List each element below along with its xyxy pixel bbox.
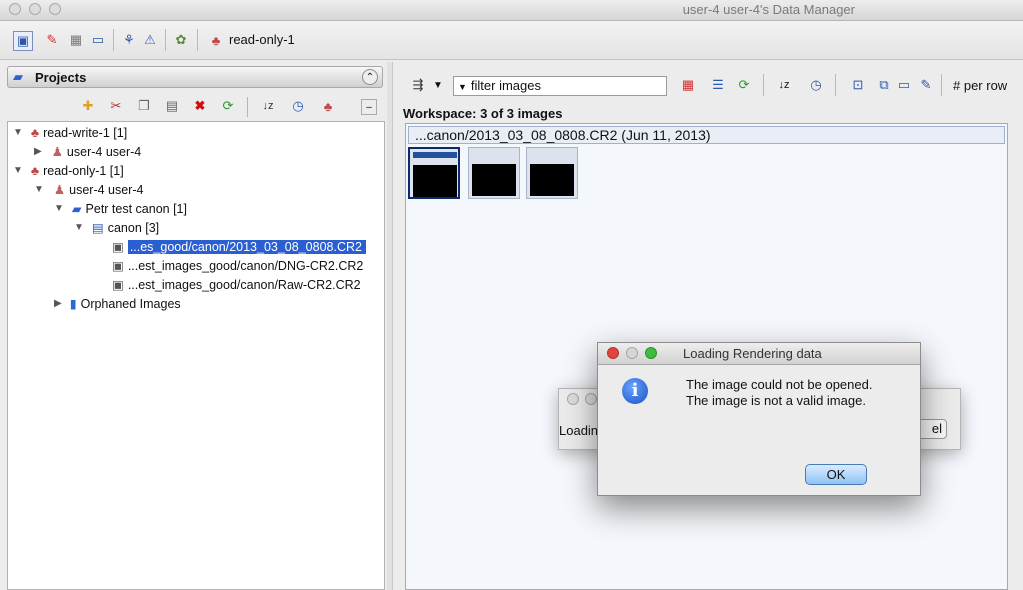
copy-icon[interactable]: ❐ — [135, 97, 153, 115]
monitor-icon[interactable]: ▭ — [89, 31, 107, 49]
group-icon: ♣ — [211, 32, 221, 48]
folder-icon: ▰ — [13, 69, 23, 84]
close-window-button[interactable] — [567, 393, 579, 405]
close-window-button[interactable] — [9, 3, 21, 15]
paste-icon[interactable]: ▤ — [163, 97, 181, 115]
project-tree: ▼ ♣ read-write-1 [1] ▶ ♟ user-4 user-4 ▼… — [7, 121, 385, 590]
dialog-message: The image could not be opened. The image… — [686, 377, 873, 408]
edit-icon[interactable]: ✎ — [43, 31, 61, 49]
dialog-title: Loading Rendering data — [683, 346, 822, 361]
tree-node-project[interactable]: ▼ ▰ Petr test canon [1] — [54, 199, 187, 218]
tree-node-user[interactable]: ▼ ♟ user-4 user-4 — [34, 180, 143, 199]
minimize-window-button[interactable] — [29, 3, 41, 15]
tree-node-read-only-1[interactable]: ▼ ♣ read-only-1 [1] — [13, 161, 124, 180]
users-icon[interactable]: ♣ — [319, 97, 337, 115]
zoom-icon[interactable]: ⊡ — [849, 76, 867, 94]
filter-options-icon[interactable]: ⇶ — [409, 76, 427, 94]
window-title: user-4 user-4's Data Manager — [682, 2, 855, 17]
filter-dropdown-icon[interactable]: ▼ — [429, 76, 447, 94]
zoom-window-button[interactable] — [49, 3, 61, 15]
browser-toolbar: ⇶ ▼ ▼ filter images ▦ ☰ ⟳ ↓z ◷ ⊡ ⧉ ▭ ✎ # … — [393, 68, 1023, 102]
window-titlebar: user-4 user-4's Data Manager — [0, 0, 1023, 21]
image-thumbnail[interactable] — [526, 147, 578, 199]
group-icon: ♣ — [30, 125, 40, 140]
tree-node-user[interactable]: ▶ ♟ user-4 user-4 — [34, 142, 141, 161]
thumbnail-view-icon[interactable]: ▦ — [679, 76, 697, 94]
cut-icon[interactable]: ✂ — [107, 97, 125, 115]
split-view-icon[interactable]: ▭ — [895, 76, 913, 94]
minimize-panel-icon[interactable]: – — [361, 99, 377, 115]
list-view-icon[interactable]: ☰ — [709, 76, 727, 94]
ok-button[interactable]: OK — [805, 464, 867, 485]
annotate-icon[interactable]: ✎ — [917, 76, 935, 94]
dialog-titlebar: Loading Rendering data — [598, 343, 920, 365]
tree-node-orphaned[interactable]: ▶ ▮ Orphaned Images — [54, 294, 181, 313]
data-view-icon[interactable]: ▣ — [13, 31, 33, 51]
filter-input[interactable]: ▼ filter images — [453, 76, 667, 96]
workspace-label: Workspace: 3 of 3 images — [403, 106, 563, 121]
projects-toolbar: ✚ ✂ ❐ ▤ ✖ ⟳ ↓z ◷ ♣ – — [7, 92, 383, 120]
projects-panel: ▰ Projects ⌃ ✚ ✂ ❐ ▤ ✖ ⟳ ↓z ◷ ♣ – ▼ ♣ re… — [0, 62, 387, 590]
image-file-icon: ▣ — [112, 240, 124, 254]
collapse-icon[interactable]: ⌃ — [362, 69, 378, 85]
sort-icon[interactable]: ↓z — [259, 97, 277, 115]
tree-node-image[interactable]: ▣ ...est_images_good/canon/DNG-CR2.CR2 — [112, 256, 363, 275]
tree-node-image[interactable]: ▣ ...est_images_good/canon/Raw-CR2.CR2 — [112, 275, 361, 294]
minimize-dialog-button[interactable] — [626, 347, 638, 359]
loading-label: Loadin — [559, 423, 599, 438]
orphaned-images-icon: ▮ — [69, 297, 77, 311]
image-thumbnail[interactable] — [468, 147, 520, 199]
image-thumbnail[interactable] — [408, 147, 460, 199]
refresh-icon[interactable]: ⟳ — [219, 97, 237, 115]
tree-icon[interactable]: ⚘ — [120, 31, 138, 49]
zoom-dialog-button[interactable] — [645, 347, 657, 359]
user-icon: ♟ — [51, 145, 63, 159]
delete-icon[interactable]: ✖ — [191, 97, 209, 115]
dataset-folder-icon: ▤ — [91, 221, 104, 235]
chevron-down-icon: ▼ — [458, 82, 467, 92]
grid-icon[interactable]: ▦ — [67, 31, 85, 49]
error-dialog: Loading Rendering data i The image could… — [597, 342, 921, 496]
tree-node-image[interactable]: ▣ ...es_good/canon/2013_03_08_0808.CR2 — [112, 237, 366, 256]
refresh-icon[interactable]: ⟳ — [735, 76, 753, 94]
main-toolbar: ▣ ✎ ▦ ▭ ⚘ ⚠ ✿ ♣ read-only-1 — [0, 21, 1023, 60]
user-icon: ♟ — [53, 183, 66, 197]
minimize-window-button[interactable] — [585, 393, 597, 405]
group-icon: ♣ — [30, 163, 40, 178]
projects-header: ▰ Projects ⌃ — [7, 66, 383, 88]
sort-icon[interactable]: ↓z — [775, 76, 793, 94]
per-row-label: # per row — [953, 78, 1008, 93]
new-icon[interactable]: ✚ — [79, 97, 97, 115]
image-file-icon: ▣ — [112, 259, 124, 273]
gallery-header: ...canon/2013_03_08_0808.CR2 (Jun 11, 20… — [408, 126, 1005, 144]
info-icon: i — [622, 378, 648, 404]
hierarchy-icon[interactable]: ⚠ — [141, 31, 159, 49]
image-browser-panel: ⇶ ▼ ▼ filter images ▦ ☰ ⟳ ↓z ◷ ⊡ ⧉ ▭ ✎ # … — [392, 62, 1023, 590]
scrollbar[interactable] — [1014, 62, 1023, 590]
layout-icon[interactable]: ⧉ — [875, 76, 893, 94]
tree-node-read-write-1[interactable]: ▼ ♣ read-write-1 [1] — [13, 123, 127, 142]
clock-icon[interactable]: ◷ — [807, 76, 825, 94]
plugin-icon[interactable]: ✿ — [172, 31, 190, 49]
tree-node-dataset[interactable]: ▼ ▤ canon [3] — [74, 218, 159, 237]
clock-icon[interactable]: ◷ — [289, 97, 307, 115]
project-folder-icon: ▰ — [71, 202, 82, 216]
projects-title: Projects — [35, 70, 87, 85]
close-dialog-button[interactable] — [607, 347, 619, 359]
group-selector[interactable]: read-only-1 — [229, 32, 295, 47]
image-file-icon: ▣ — [112, 278, 124, 292]
